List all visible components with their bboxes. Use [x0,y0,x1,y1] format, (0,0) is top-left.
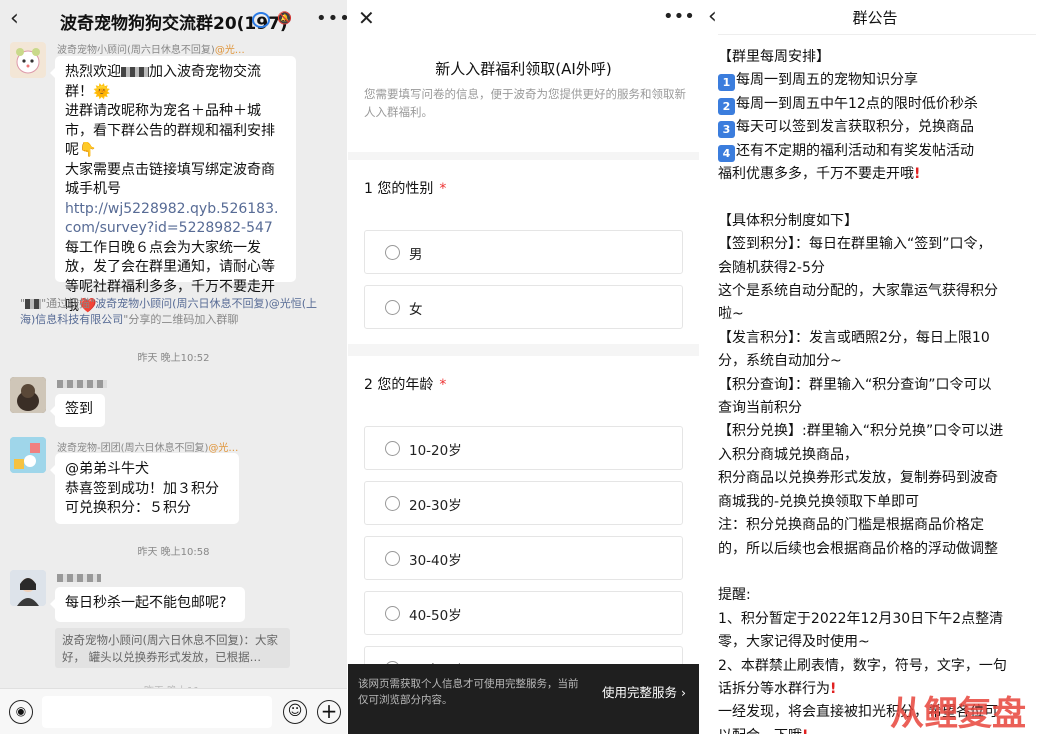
masked-name [57,574,101,582]
ellipsis-icon[interactable]: ••• [663,6,695,27]
survey-header: ✕ ••• [348,0,699,38]
voice-icon[interactable]: ◉ [9,700,33,724]
number-1-icon: 1 [718,74,735,92]
announcement-line: 2、本群禁止刷表情，数字，符号，文字，一句 [718,657,1007,674]
announcement-line: 2 每周一到周五中午12点的限时低价秒杀 [718,93,1038,116]
masked-name [57,380,107,388]
message-bubble[interactable]: 热烈欢迎 加入波奇宠物交流群！🌞 进群请改昵称为宠名＋品种＋城市，看下群公告的群规… [50,56,296,314]
question-title: 2 您的年龄 * [364,377,447,393]
announcement-line: 福利优惠多多，千万不要走开哦! [718,166,921,183]
option-age-10-20[interactable]: 10-20岁 [364,426,683,470]
announcement-line: 【具体积分制度如下】 [718,212,858,229]
radio-icon [385,551,400,566]
survey-title: 新人入群福利领取(AI外呼) [435,60,612,78]
announcement-line [718,186,1038,209]
announcement-line: 3 每天可以签到发言获取积分，兑换商品 [718,116,1038,139]
number-2-icon: 2 [718,97,735,115]
sender-name: 波奇宠物-团团(周六日休息不回复)@光… [57,443,239,454]
option-age-40-50[interactable]: 40-50岁 [364,591,683,635]
announcement-line: 啦~ [718,306,744,323]
privacy-note: 该网页需获取个人信息才可使用完整服务，当前仅可浏览部分内容。 [358,678,579,706]
emoji-icon[interactable]: ☺ [283,700,307,724]
option-female[interactable]: 女 [364,285,683,329]
chevron-left-icon[interactable]: ‹ [10,6,19,31]
ai-assistant-icon[interactable] [252,12,270,28]
close-icon[interactable]: ✕ [358,6,375,30]
radio-icon [385,606,400,621]
announcement-line: 1、积分暂定于2022年12月30日下午2点整清 [718,610,1004,627]
message-bubble[interactable]: 签到 [50,394,105,427]
system-join-notice: " "通过扫描"波奇宠物小顾问(周六日休息不回复)@光恒(上海)信息科技有限公司"… [20,297,318,326]
number-4-icon: 4 [718,144,735,162]
chevron-left-icon[interactable]: ‹ [708,4,717,29]
timestamp: 昨天 晚上10:58 [137,547,210,558]
page-title: 群公告 [852,9,898,27]
announcement-line: 【积分查询】：群里输入“积分查询”口令可以 [718,376,992,393]
avatar[interactable] [10,42,46,78]
announcement-line: 【群里每周安排】 [718,49,830,65]
announcement-line: 商城我的-兑换兑换领取下单即可 [718,493,920,510]
option-age-30-40[interactable]: 30-40岁 [364,536,683,580]
mosaic-mask [121,67,149,77]
option-age-20-30[interactable]: 20-30岁 [364,481,683,525]
announcement-body: 【群里每周安排】 1 每周一到周五的宠物知识分享 2 每周一到周五中午12点的限时低价秒… [718,46,1038,734]
announcement-line: 【发言积分】：发言或晒照2分，每日上限10 [718,329,990,346]
announcement-header: 群公告 ‹ [700,0,1050,34]
message-bubble[interactable]: 每日秒杀一起不能包邮呢? [50,587,245,622]
radio-icon [385,441,400,456]
announcement-line: 提醒: [718,587,751,604]
watermark-logo: 从鲤复盘 [890,694,1026,734]
privacy-footer: 该网页需获取个人信息才可使用完整服务，当前仅可浏览部分内容。 使用完整服务 › [348,664,699,734]
announcement-line: 【积分兑换】:群里输入“积分兑换”口令可以进 [718,423,1004,440]
chat-input-bar: ◉ ☺ + [0,688,347,734]
question-gender: 1 您的性别 * 男 女 [348,160,699,344]
announcement-line [718,561,1038,584]
ellipsis-icon[interactable]: ••• [316,8,347,29]
chat-header: ‹ 波奇宠物狗狗交流群20(197) 🔕 ••• [0,0,347,40]
use-full-service-button[interactable]: 使用完整服务 › [602,682,686,701]
announcement-line: 这个是系统自动分配的，大家靠运气获得积分 [718,283,998,300]
option-male[interactable]: 男 [364,230,683,274]
quoted-message[interactable]: 波奇宠物小顾问(周六日休息不回复)：大家好， 罐头以兑换券形式发放，已根据… [55,628,290,668]
question-title: 1 您的性别 * [364,181,447,197]
survey-intro: 新人入群福利领取(AI外呼) 您需要填写问卷的信息，便于波奇为您提供更好的服务和… [348,38,699,152]
announcement-line: 1 每周一到周五的宠物知识分享 [718,69,1038,92]
announcement-line: 会随机获得2-5分 [718,259,825,276]
survey-description: 您需要填写问卷的信息，便于波奇为您提供更好的服务和领取新人入群福利。 [364,87,686,119]
message-input[interactable] [42,696,272,728]
announcement-line: 积分商品以兑换券形式发放，复制券码到波奇 [718,470,998,487]
survey-panel: ✕ ••• 新人入群福利领取(AI外呼) 您需要填写问卷的信息，便于波奇为您提供… [348,0,699,734]
announcement-line: 分，系统自动加分~ [718,353,842,370]
radio-icon [385,300,400,315]
avatar[interactable] [10,437,46,473]
announcement-line: 的，所以后续也会根据商品价格的浮动做调整 [718,540,998,557]
survey-link[interactable]: http://wj5228982.qyb.526183.com/survey?i… [65,200,286,239]
announcement-line: 入积分商城兑换商品， [718,446,858,463]
announcement-line: 4 还有不定期的福利活动和有奖发帖活动 [718,140,1038,163]
plus-icon[interactable]: + [317,700,341,724]
sender-name: 波奇宠物小顾问(周六日休息不回复)@光… [57,45,245,56]
avatar[interactable] [10,377,46,413]
radio-icon [385,496,400,511]
radio-icon [385,245,400,260]
announcement-panel: 群公告 ‹ 【群里每周安排】 1 每周一到周五的宠物知识分享 2 每周一到周五中午12点… [700,0,1050,734]
number-3-icon: 3 [718,121,735,139]
chat-panel: ‹ 波奇宠物狗狗交流群20(197) 🔕 ••• 波奇宠物小顾问(周六日休息不回… [0,0,347,734]
announcement-line: 零，大家记得及时使用~ [718,634,870,651]
timestamp: 昨天 晚上10:52 [137,353,210,364]
message-bubble[interactable]: @弟弟斗牛犬 恭喜签到成功！加３积分 可兑换积分：５积分 [50,453,239,524]
mute-bell-icon: 🔕 [277,11,292,25]
announcement-line: 【签到积分】：每日在群里输入“签到”口令， [718,236,992,253]
avatar[interactable] [10,570,46,606]
announcement-line: 注：积分兑换商品的门槛是根据商品价格定 [718,517,984,534]
announcement-line: 查询当前积分 [718,400,802,417]
